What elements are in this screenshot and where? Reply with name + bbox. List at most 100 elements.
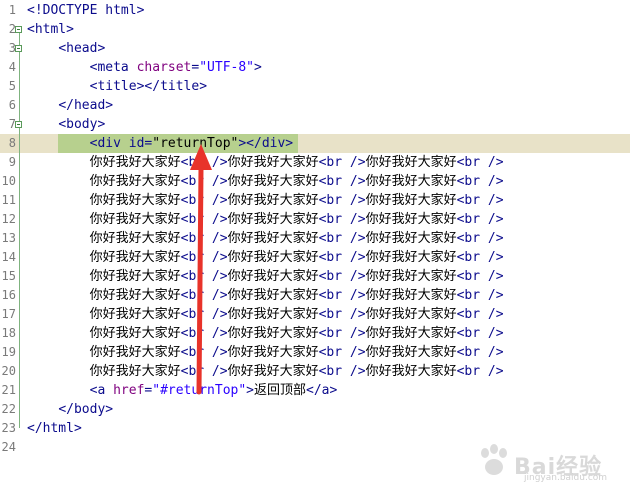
code-line[interactable]: 10 你好我好大家好<br />你好我好大家好<br />你好我好大家好<br … — [0, 172, 630, 191]
code-token: 你好我好大家好 — [365, 250, 457, 265]
code-line[interactable]: 1 <!DOCTYPE html> — [0, 1, 630, 20]
line-number: 9 — [8, 155, 16, 169]
code-line[interactable]: 18 你好我好大家好<br />你好我好大家好<br />你好我好大家好<br … — [0, 324, 630, 343]
code-line[interactable]: 23 </html> — [0, 419, 630, 438]
code-token: <br /> — [180, 193, 228, 208]
code-token: 你好我好大家好 — [365, 326, 457, 341]
code-token: 你好我好大家好 — [27, 231, 181, 246]
line-code: 你好我好大家好<br />你好我好大家好<br />你好我好大家好<br /> — [27, 210, 504, 229]
code-line[interactable]: 17 你好我好大家好<br />你好我好大家好<br />你好我好大家好<br … — [0, 305, 630, 324]
code-line[interactable]: 12 你好我好大家好<br />你好我好大家好<br />你好我好大家好<br … — [0, 210, 630, 229]
code-line[interactable]: 15 你好我好大家好<br />你好我好大家好<br />你好我好大家好<br … — [0, 267, 630, 286]
line-code: 你好我好大家好<br />你好我好大家好<br />你好我好大家好<br /> — [27, 324, 504, 343]
code-token: 你好我好大家好 — [27, 174, 181, 189]
code-token: charset — [136, 60, 192, 75]
code-editor[interactable]: 1 <!DOCTYPE html> 2 <html> 3 <head> 4 <meta c… — [0, 0, 630, 499]
code-token: 你好我好大家好 — [27, 288, 181, 303]
code-token: 你好我好大家好 — [27, 193, 181, 208]
code-line[interactable]: 21 <a href="#returnTop">返回顶部</a> — [0, 381, 630, 400]
fold-range-line — [19, 52, 20, 105]
line-code: <div id="returnTop"></div> — [27, 134, 294, 153]
code-line[interactable]: 8 <div id="returnTop"></div> — [0, 134, 630, 153]
code-token: 你好我好大家好 — [365, 193, 457, 208]
code-token: <br /> — [456, 174, 504, 189]
code-token: <title></title> — [89, 79, 208, 94]
code-token: <html> — [27, 22, 74, 37]
line-number: 12 — [1, 212, 16, 226]
code-token: 你好我好大家好 — [27, 269, 181, 284]
code-line[interactable]: 6 </head> — [0, 96, 630, 115]
code-token: <br /> — [318, 269, 366, 284]
code-token: <br /> — [318, 345, 366, 360]
line-number: 2 — [8, 22, 16, 36]
line-code: 你好我好大家好<br />你好我好大家好<br />你好我好大家好<br /> — [27, 172, 504, 191]
code-token: 你好我好大家好 — [27, 326, 181, 341]
code-line[interactable]: 14 你好我好大家好<br />你好我好大家好<br />你好我好大家好<br … — [0, 248, 630, 267]
code-token: <br /> — [318, 193, 366, 208]
fold-toggle-icon[interactable] — [15, 45, 22, 52]
code-line[interactable]: 3 <head> — [0, 39, 630, 58]
code-token: > — [254, 60, 262, 75]
code-token: 你好我好大家好 — [227, 212, 319, 227]
code-token: <br /> — [180, 345, 228, 360]
line-code: 你好我好大家好<br />你好我好大家好<br />你好我好大家好<br /> — [27, 248, 504, 267]
code-line[interactable]: 11 你好我好大家好<br />你好我好大家好<br />你好我好大家好<br … — [0, 191, 630, 210]
line-number: 18 — [1, 326, 16, 340]
code-token: <div id= — [89, 136, 153, 151]
code-token: 你好我好大家好 — [227, 307, 319, 322]
line-number: 5 — [8, 79, 16, 93]
line-number: 19 — [1, 345, 16, 359]
code-line[interactable]: 20 你好我好大家好<br />你好我好大家好<br />你好我好大家好<br … — [0, 362, 630, 381]
code-token: <br /> — [456, 269, 504, 284]
code-line[interactable]: 4 <meta charset="UTF-8"> — [0, 58, 630, 77]
line-number: 17 — [1, 307, 16, 321]
code-line[interactable]: 2 <html> — [0, 20, 630, 39]
code-token: <br /> — [456, 307, 504, 322]
line-code: <title></title> — [27, 77, 207, 96]
code-line[interactable]: 19 你好我好大家好<br />你好我好大家好<br />你好我好大家好<br … — [0, 343, 630, 362]
code-token: <br /> — [456, 212, 504, 227]
line-number: 7 — [8, 117, 16, 131]
fold-toggle-icon[interactable] — [15, 26, 22, 33]
code-token: </body> — [58, 402, 114, 417]
code-line[interactable]: 5 <title></title> — [0, 77, 630, 96]
line-code: 你好我好大家好<br />你好我好大家好<br />你好我好大家好<br /> — [27, 305, 504, 324]
code-token: 你好我好大家好 — [227, 269, 319, 284]
line-code: <meta charset="UTF-8"> — [27, 58, 262, 77]
code-token: 你好我好大家好 — [365, 364, 457, 379]
code-token: <br /> — [456, 231, 504, 246]
code-token: 你好我好大家好 — [227, 288, 319, 303]
code-line[interactable]: 9 你好我好大家好<br />你好我好大家好<br />你好我好大家好<br /… — [0, 153, 630, 172]
code-line[interactable]: 16 你好我好大家好<br />你好我好大家好<br />你好我好大家好<br … — [0, 286, 630, 305]
line-code: 你好我好大家好<br />你好我好大家好<br />你好我好大家好<br /> — [27, 343, 504, 362]
line-number: 1 — [8, 3, 16, 17]
line-code: <a href="#returnTop">返回顶部</a> — [27, 381, 338, 400]
line-number: 16 — [1, 288, 16, 302]
code-token: ></div> — [238, 136, 294, 151]
code-token: <br /> — [318, 155, 366, 170]
code-token: 你好我好大家好 — [27, 364, 181, 379]
code-line[interactable]: 22 </body> — [0, 400, 630, 419]
code-line[interactable]: 13 你好我好大家好<br />你好我好大家好<br />你好我好大家好<br … — [0, 229, 630, 248]
code-token: 你好我好大家好 — [27, 345, 181, 360]
line-number: 22 — [1, 402, 16, 416]
code-token: <br /> — [456, 193, 504, 208]
line-number: 4 — [8, 60, 16, 74]
code-token: 你好我好大家好 — [227, 231, 319, 246]
code-token: 你好我好大家好 — [365, 231, 457, 246]
code-token: href — [113, 383, 145, 398]
code-token: <br /> — [318, 174, 366, 189]
code-token: <br /> — [318, 250, 366, 265]
code-line[interactable]: 7 <body> — [0, 115, 630, 134]
line-code: </head> — [27, 96, 113, 115]
line-code: 你好我好大家好<br />你好我好大家好<br />你好我好大家好<br /> — [27, 191, 504, 210]
code-token: "returnTop" — [152, 136, 239, 151]
code-token: <br /> — [180, 231, 228, 246]
code-token: <br /> — [180, 174, 228, 189]
line-number: 10 — [1, 174, 16, 188]
fold-toggle-icon[interactable] — [15, 121, 22, 128]
